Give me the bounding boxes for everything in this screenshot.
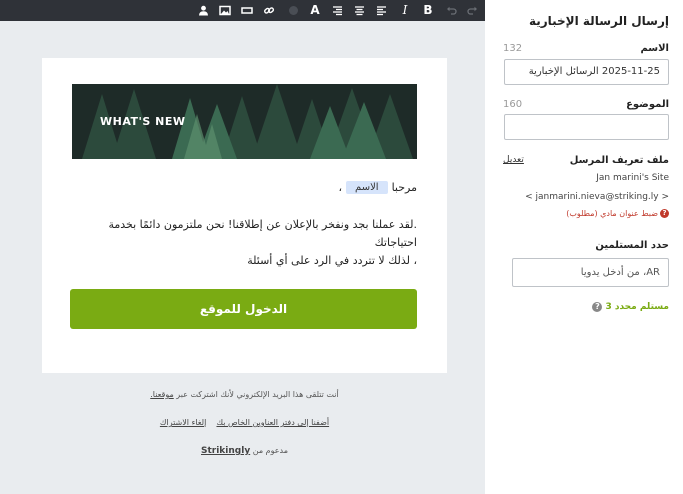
strikingly-link[interactable]: Strikingly [201,446,250,456]
undo-icon[interactable] [441,0,461,21]
footer-powered-by: مدعوم من Strikingly [201,446,288,456]
divider-icon[interactable] [237,0,257,21]
footer-subscription-note: أنت تتلقى هذا البريد الإلكتروني لأنك اشت… [150,390,339,399]
send-newsletter-panel: إرسال الرسالة الإخبارية الاسم 132 2025-1… [485,0,683,494]
unsubscribe-link[interactable]: إلغاء الاشتراك [160,418,206,427]
sender-profile-label: ملف تعريف المرسل [569,155,669,166]
formatting-toolbar: A I B [0,0,485,21]
user-icon[interactable] [193,0,213,21]
subject-char-count: 160 [503,99,523,110]
email-footer: أنت تتلقى هذا البريد الإلكتروني لأنك اشت… [42,388,447,472]
banner-title: WHAT'S NEW [100,115,186,128]
greeting-comma: ، [338,181,343,194]
subject-label: الموضوع [626,99,669,110]
recipients-input[interactable]: AR، من أدخل يدويا [512,258,669,287]
name-char-count: 132 [503,43,523,54]
align-center-icon[interactable] [349,0,369,21]
newsletter-name-input[interactable]: 2025-11-25 الرسائل الإخبارية [504,59,669,85]
redo-icon[interactable] [462,0,482,21]
italic-icon[interactable]: I [395,0,415,21]
help-icon[interactable]: ? [592,302,603,312]
name-label: الاسم [640,43,669,54]
greeting-word: مرحبا [391,181,417,194]
body-line: .لقد عملنا بجد ونفخر بالإعلان عن إطلاقنا… [108,218,417,249]
align-right-icon[interactable] [327,0,347,21]
align-left-icon[interactable] [371,0,391,21]
sender-name: Jan marini's Site [596,173,669,183]
selected-recipients-count[interactable]: مستلم محدد 3 ? [592,302,669,312]
font-size-icon[interactable]: A [305,0,325,21]
recipients-label: حدد المستلمين [595,240,669,251]
visit-site-button[interactable]: الدخول للموقع [70,289,417,329]
color-circle-icon[interactable] [283,0,303,21]
image-icon[interactable] [215,0,235,21]
email-preview-card: WHAT'S NEW مرحبا الاسم ، .لقد عملنا بجد … [42,58,447,373]
greeting-line: مرحبا الاسم ، [338,181,417,194]
link-icon[interactable] [259,0,279,21]
warning-icon: ? [660,209,669,218]
email-body-text[interactable]: .لقد عملنا بجد ونفخر بالإعلان عن إطلاقنا… [70,216,417,270]
add-to-contacts-link[interactable]: أضفنا إلى دفتر العناوين الخاص بك [216,418,329,427]
bold-icon[interactable]: B [418,0,438,21]
sender-email: < janmarini.nieva@striking.ly > [525,192,669,202]
panel-title: إرسال الرسالة الإخبارية [528,14,669,28]
footer-links: أضفنا إلى دفتر العناوين الخاص بك إلغاء ا… [42,416,447,430]
edit-sender-link[interactable]: تعديل [503,155,524,165]
header-banner-image[interactable]: WHAT'S NEW [72,84,417,159]
email-editor-area: A I B WHAT'S NEW مرحبا الاسم ، .لقد عملن… [0,0,485,494]
physical-address-warning[interactable]: ? ضبط عنوان مادي (مطلوب) [566,209,669,218]
body-line: ، لذلك لا تتردد في الرد على أي أسئلة [247,254,417,267]
website-link[interactable]: موقعنا. [150,390,174,399]
subject-input[interactable] [504,114,669,140]
name-merge-tag[interactable]: الاسم [346,181,388,194]
